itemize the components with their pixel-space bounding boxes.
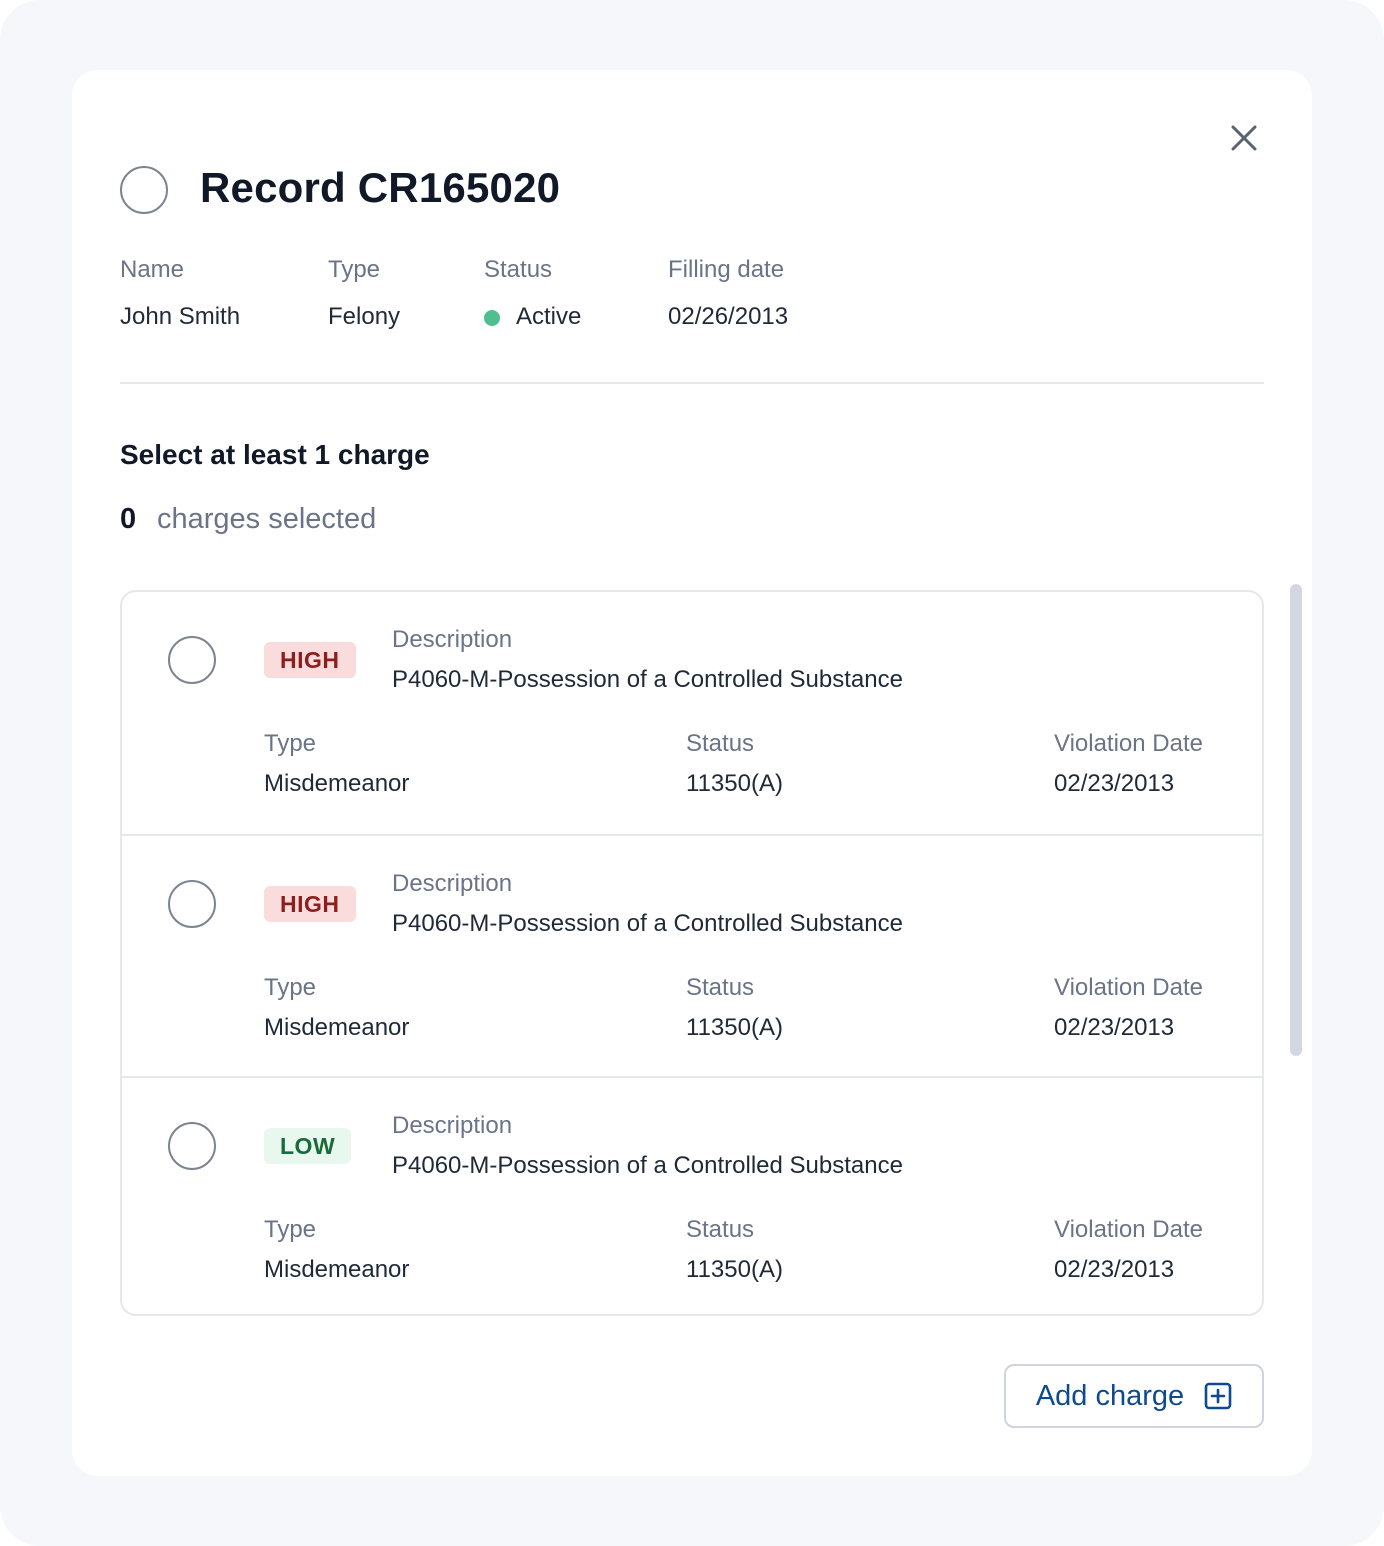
violation-date-label: Violation Date (1054, 974, 1203, 1001)
filing-date-value: 02/26/2013 (668, 303, 789, 330)
close-icon (1231, 125, 1257, 151)
description-label: Description (392, 1112, 513, 1139)
section-title: Select at least 1 charge (120, 439, 430, 470)
charge-status-label: Status (686, 974, 755, 1001)
charge-type-label: Type (264, 730, 317, 757)
filing-date-label: Filling date (668, 256, 785, 283)
name-label: Name (120, 256, 185, 283)
charge-status-value: 11350(A) (686, 1014, 783, 1041)
charge-row[interactable]: LOW Description P4060-M-Possession of a … (122, 1076, 1262, 1314)
description-value: P4060-M-Possession of a Controlled Subst… (392, 910, 903, 937)
charge-status-value: 11350(A) (686, 1256, 783, 1283)
violation-date-value: 02/23/2013 (1054, 1256, 1175, 1283)
charge-select-radio[interactable] (168, 880, 216, 928)
charge-type-value: Misdemeanor (264, 770, 410, 797)
add-charge-button[interactable]: Add charge (1004, 1364, 1264, 1428)
scrollbar-thumb[interactable] (1290, 584, 1302, 1056)
plus-square-icon (1204, 1382, 1232, 1410)
violation-date-label: Violation Date (1054, 1216, 1203, 1243)
description-label: Description (392, 870, 513, 897)
charge-type-label: Type (264, 974, 317, 1001)
charge-row[interactable]: HIGH Description P4060-M-Possession of a… (122, 592, 1262, 834)
violation-date-value: 02/23/2013 (1054, 770, 1175, 797)
selected-count: 0 (120, 503, 137, 535)
record-select-radio[interactable] (120, 166, 168, 214)
charge-select-radio[interactable] (168, 1122, 216, 1170)
close-button[interactable] (1224, 118, 1264, 158)
status-value: Active (516, 303, 582, 330)
charges-list: HIGH Description P4060-M-Possession of a… (120, 590, 1264, 1316)
type-value: Felony (328, 303, 401, 330)
charge-status-value: 11350(A) (686, 770, 783, 797)
charge-type-value: Misdemeanor (264, 1014, 410, 1041)
severity-badge: LOW (264, 1128, 352, 1164)
violation-date-value: 02/23/2013 (1054, 1014, 1175, 1041)
charge-select-radio[interactable] (168, 636, 216, 684)
status-label: Status (484, 256, 553, 283)
severity-badge: HIGH (264, 886, 356, 922)
selected-count-label: charges selected (157, 503, 377, 535)
charge-type-value: Misdemeanor (264, 1256, 410, 1283)
charge-status-label: Status (686, 730, 755, 757)
violation-date-label: Violation Date (1054, 730, 1203, 757)
description-label: Description (392, 626, 513, 653)
status-dot-icon (484, 310, 500, 326)
charge-type-label: Type (264, 1216, 317, 1243)
page-title: Record CR165020 (200, 164, 561, 211)
add-charge-label: Add charge (1035, 1379, 1185, 1412)
description-value: P4060-M-Possession of a Controlled Subst… (392, 1152, 903, 1179)
charge-row[interactable]: HIGH Description P4060-M-Possession of a… (122, 834, 1262, 1076)
severity-badge: HIGH (264, 642, 356, 678)
description-value: P4060-M-Possession of a Controlled Subst… (392, 666, 903, 693)
divider (120, 382, 1264, 384)
name-value: John Smith (120, 303, 241, 330)
type-label: Type (328, 256, 381, 283)
charge-status-label: Status (686, 1216, 755, 1243)
